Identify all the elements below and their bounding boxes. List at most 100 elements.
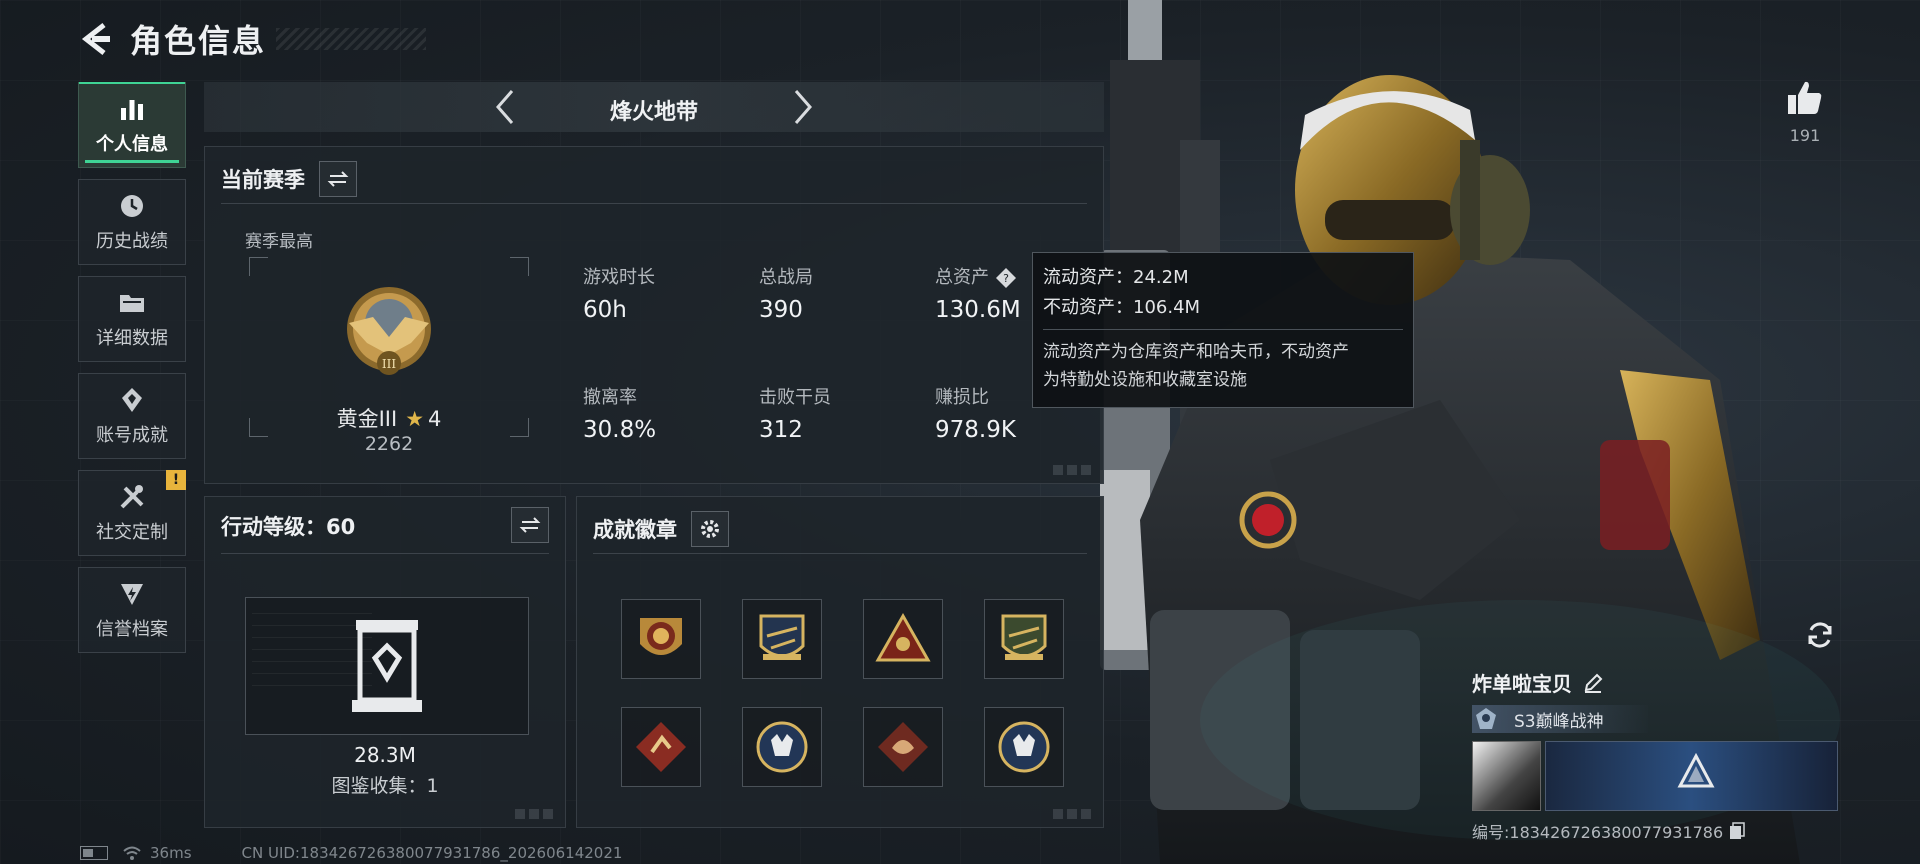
player-profile-card: 炸单啦宝贝 S3巅峰战神 编号:1834267263800779317​86 (1472, 668, 1838, 843)
operation-level-panel: 行动等级：60 28.3M 图鉴收集：1 (204, 496, 566, 828)
card-row (1472, 741, 1838, 811)
stat-label: 撤离率 (583, 387, 637, 408)
game-mode-title: 烽火地带 (609, 100, 698, 125)
badge-slot[interactable] (984, 707, 1064, 787)
stat-label: 总资产 (935, 267, 989, 288)
next-mode-button[interactable] (782, 87, 822, 127)
svg-text:?: ? (1003, 272, 1009, 285)
divider (221, 553, 549, 554)
sidebar-item-personal-info[interactable]: 个人信息 (78, 82, 186, 168)
copy-icon[interactable] (1729, 822, 1745, 840)
avatar[interactable] (1472, 741, 1541, 811)
sidebar-item-label: 历史战绩 (96, 231, 168, 252)
rank-display: III 黄金III ★ 4 2262 (249, 257, 529, 455)
title-decoration (276, 28, 427, 50)
page-title: 角色信息 (130, 22, 267, 60)
star-icon: ★ (405, 407, 425, 431)
back-button[interactable] (78, 21, 114, 57)
swap-icon (519, 517, 541, 533)
bar-chart-icon (117, 94, 147, 124)
corner-decoration (515, 809, 555, 819)
tools-icon (117, 482, 147, 512)
assets-tooltip: 流动资产：24.2M 不动资产：106.4M 流动资产为仓库资产和哈夫币，不动资… (1032, 252, 1414, 408)
liquid-assets: 流动资产：24.2M (1043, 267, 1189, 288)
badge-slot[interactable] (863, 599, 943, 679)
player-name: 炸单啦宝贝 (1472, 672, 1572, 696)
name-card-banner[interactable] (1544, 741, 1838, 811)
panel-title: 行动等级：60 (221, 515, 356, 539)
stat-extraction-rate: 撤离率 30.8% (583, 383, 743, 443)
stat-value: 30.8% (583, 417, 657, 443)
panel-header: 成就徽章 (593, 511, 729, 547)
badge-slot[interactable] (742, 707, 822, 787)
stat-play-time: 游戏时长 60h (583, 263, 743, 323)
sidebar-item-label: 信誉档案 (96, 619, 168, 640)
sidebar-item-label: 个人信息 (96, 134, 168, 155)
badge-slot[interactable] (863, 707, 943, 787)
svg-text:III: III (382, 357, 396, 371)
badge-slot[interactable] (621, 707, 701, 787)
sidebar-item-detailed-data[interactable]: 详细数据 (78, 276, 186, 362)
rank-stars: 4 (428, 407, 442, 431)
divider (593, 553, 1087, 554)
player-name-row: 炸单啦宝贝 (1472, 668, 1838, 697)
full-uid: CN UID:1834267263800779317​86_2026061420… (241, 844, 623, 862)
title-badge-icon (1476, 708, 1496, 729)
ping-value: 36ms (150, 844, 192, 862)
collection-value: 28.3M (354, 743, 416, 767)
stat-value: 312 (759, 417, 803, 443)
like-button[interactable]: 191 (1782, 78, 1828, 145)
switch-season-button[interactable] (319, 161, 357, 197)
rank-name-row: 黄金III ★ 4 (249, 403, 529, 433)
rank-name: 黄金III (336, 407, 398, 431)
like-count: 191 (1789, 126, 1821, 145)
stat-operators-defeated: 击败干员 312 (759, 383, 919, 443)
alert-badge: ! (166, 470, 186, 490)
wolf-round-badge-icon (756, 721, 808, 773)
stat-value: 390 (759, 297, 803, 323)
wifi-icon (123, 846, 141, 860)
thumbs-up-icon (1788, 81, 1822, 114)
assets-description-line: 流动资产为仓库资产和哈夫币，不动资产 (1043, 342, 1349, 362)
page-header: 角色信息 (78, 14, 427, 64)
badge-slot[interactable] (984, 599, 1064, 679)
collection-display[interactable] (245, 597, 529, 735)
fixed-assets: 不动资产：106.4M (1043, 297, 1201, 318)
chevron-right-icon (794, 90, 812, 124)
diamond-fighter-badge-icon (636, 722, 686, 772)
folder-icon (117, 288, 147, 318)
sidebar-item-history[interactable]: 历史战绩 (78, 179, 186, 265)
badge-slot[interactable] (621, 599, 701, 679)
history-icon (117, 191, 147, 221)
player-id-row: 编号:1834267263800779317​86 (1472, 819, 1838, 843)
player-title-row: S3巅峰战神 (1472, 705, 1648, 733)
credit-icon (117, 579, 147, 609)
panel-header: 当前赛季 (221, 161, 357, 197)
panel-header: 行动等级：60 (221, 511, 355, 541)
badge-settings-button[interactable] (691, 511, 729, 547)
status-bar: 36ms CN UID:1834267263800779317​86_20260… (80, 844, 622, 862)
wolf-round-badge-icon (998, 721, 1050, 773)
panel-title: 成就徽章 (593, 518, 677, 542)
rotate-view-icon[interactable] (1803, 618, 1837, 652)
sidebar-item-social-custom[interactable]: ! 社交定制 (78, 470, 186, 556)
collection-case-icon (352, 620, 422, 712)
player-title: S3巅峰战神 (1514, 711, 1604, 732)
help-icon[interactable]: ? (995, 267, 1017, 289)
divider (221, 203, 1087, 204)
badge-slot[interactable] (742, 599, 822, 679)
stat-total-matches: 总战局 390 (759, 263, 919, 323)
season-logo-icon (1677, 752, 1715, 788)
sidebar-item-achievements[interactable]: 账号成就 (78, 373, 186, 459)
achievement-badges-panel: 成就徽章 (576, 496, 1104, 828)
triangle-emblem-badge-icon (875, 612, 931, 662)
sidebar-item-credit-record[interactable]: 信誉档案 (78, 567, 186, 653)
edit-pencil-icon[interactable] (1582, 672, 1604, 694)
panel-title: 当前赛季 (221, 168, 305, 192)
season-best-label: 赛季最高 (245, 232, 313, 252)
eagle-crest-badge-icon (1001, 614, 1047, 660)
corner-decoration (1053, 465, 1093, 475)
switch-level-button[interactable] (511, 507, 549, 543)
back-arrow-icon (81, 23, 110, 55)
diamond-dragon-badge-icon (878, 722, 928, 772)
